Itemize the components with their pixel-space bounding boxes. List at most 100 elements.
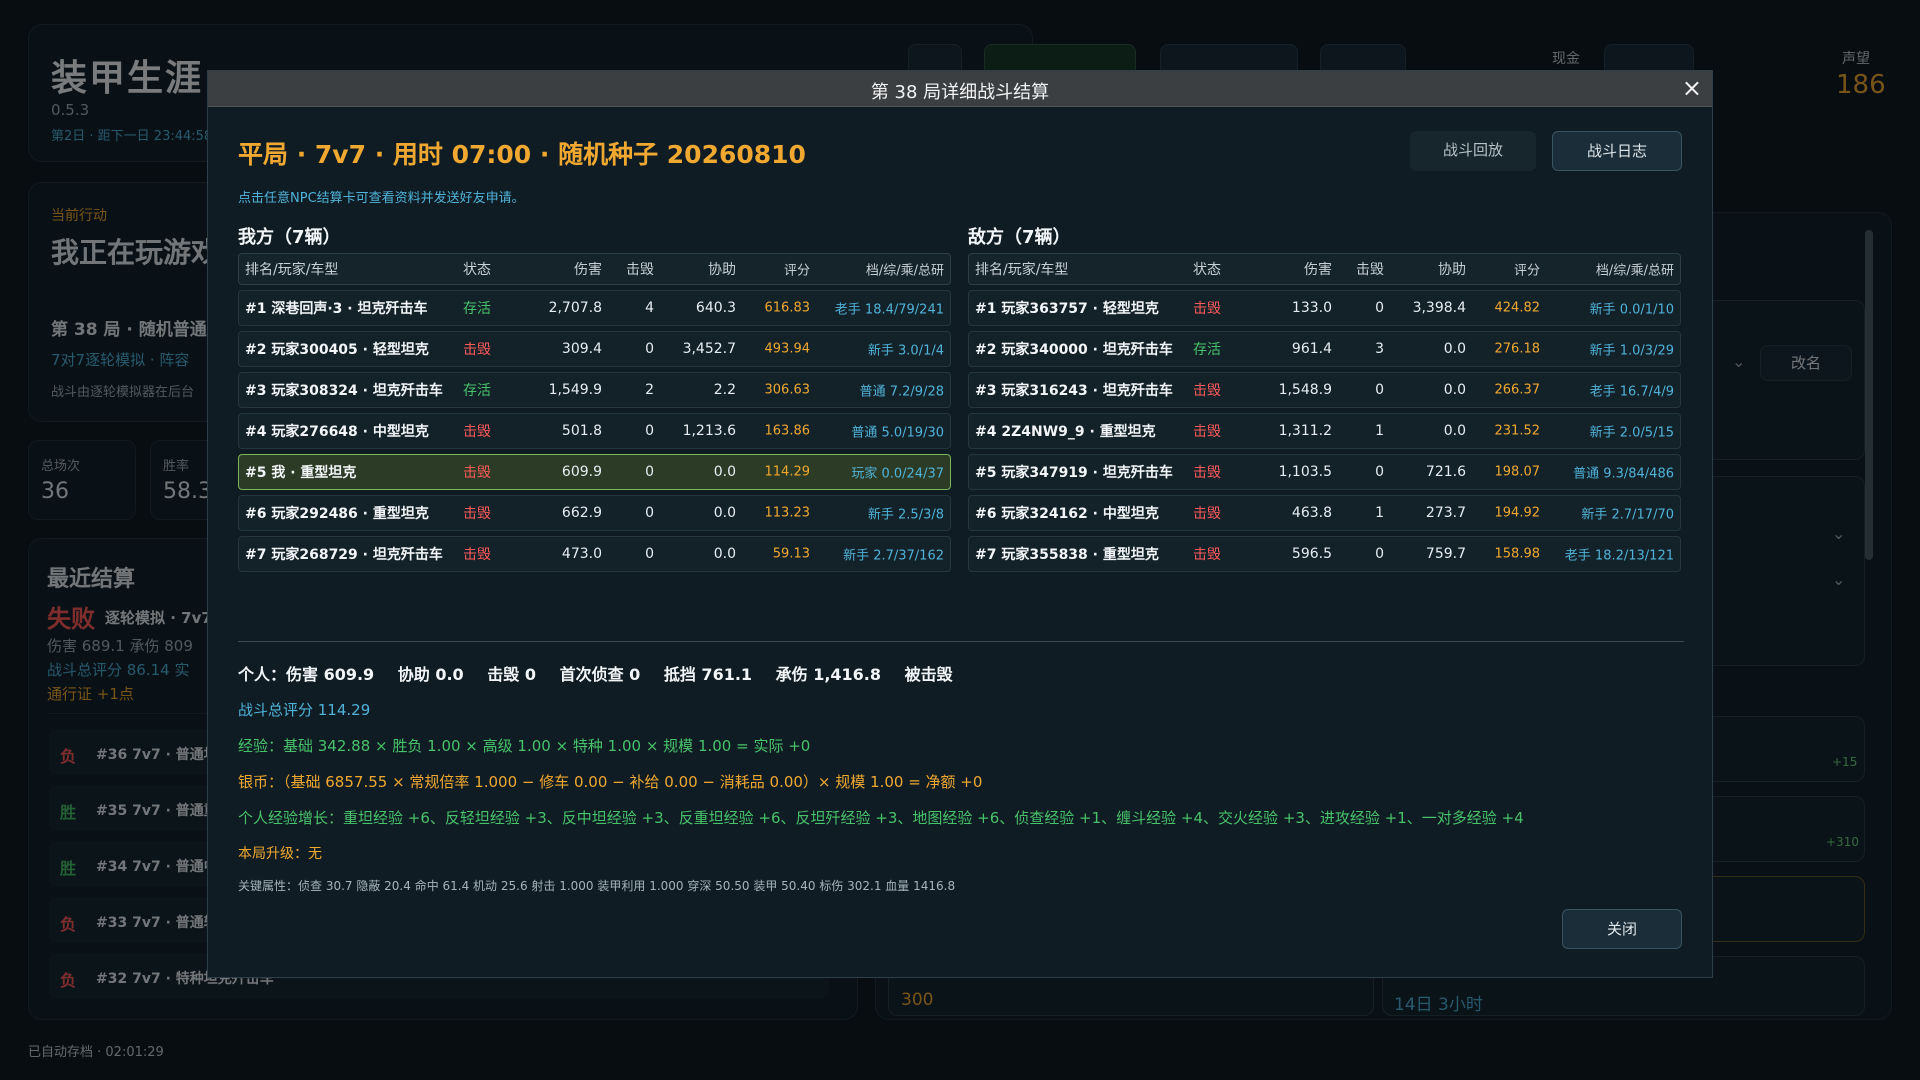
personal-stat: 个人：伤害 609.9 <box>238 665 375 684</box>
exp-growth-line: 个人经验增长：重坦经验 +6、反轻坦经验 +3、反中坦经验 +3、反重坦经验 +… <box>238 809 1524 827</box>
col-status: 状态 <box>463 262 491 278</box>
player-assist: 0.0 <box>1443 382 1466 398</box>
player-tier: 玩家 0.0/24/37 <box>851 466 944 482</box>
player-row[interactable]: #2 玩家300405 · 轻型坦克 击毁 309.4 0 3,452.7 493.94 新… <box>238 331 951 367</box>
player-assist: 721.6 <box>1425 464 1466 480</box>
player-assist: 0.0 <box>713 464 736 480</box>
close-icon[interactable]: × <box>1682 74 1702 102</box>
battle-headline: 平局 · 7v7 · 用时 07:00 · 随机种子 20260810 <box>238 140 806 169</box>
player-kills: 0 <box>645 505 654 521</box>
modal-header: 第 38 局详细战斗结算 × <box>208 71 1712 107</box>
player-damage: 1,549.9 <box>548 382 602 398</box>
player-row[interactable]: #7 玩家268729 · 坦克歼击车 击毁 473.0 0 0.0 59.13 新手 2.… <box>238 536 951 572</box>
player-kills: 0 <box>1375 464 1384 480</box>
player-name: #6 玩家324162 · 中型坦克 <box>975 506 1159 522</box>
player-score: 198.07 <box>1494 464 1541 480</box>
player-assist: 1,213.6 <box>682 423 736 439</box>
player-status: 存活 <box>1193 342 1221 358</box>
battle-replay-button[interactable]: 战斗回放 <box>1410 131 1536 171</box>
player-status: 击毁 <box>463 342 491 358</box>
player-assist: 759.7 <box>1425 546 1466 562</box>
col-tier: 档/综/乘/总研 <box>865 263 944 279</box>
player-score: 276.18 <box>1494 341 1541 357</box>
player-name: #3 玩家308324 · 坦克歼击车 <box>245 383 443 399</box>
player-damage: 309.4 <box>561 341 602 357</box>
player-score: 113.23 <box>764 505 811 521</box>
player-kills: 0 <box>1375 300 1384 316</box>
player-row[interactable]: #7 玩家355838 · 重型坦克 击毁 596.5 0 759.7 158.98 老手 … <box>968 536 1681 572</box>
player-kills: 1 <box>1375 505 1384 521</box>
player-status: 击毁 <box>463 547 491 563</box>
player-assist: 273.7 <box>1425 505 1466 521</box>
player-status: 击毁 <box>463 506 491 522</box>
player-status: 击毁 <box>1193 547 1221 563</box>
player-row[interactable]: #2 玩家340000 · 坦克歼击车 存活 961.4 3 0.0 276.18 新手 1… <box>968 331 1681 367</box>
player-damage: 463.8 <box>1291 505 1332 521</box>
player-row[interactable]: #5 玩家347919 · 坦克歼击车 击毁 1,103.5 0 721.6 198.07… <box>968 454 1681 490</box>
player-name: #6 玩家292486 · 重型坦克 <box>245 506 429 522</box>
player-name: #5 我 · 重型坦克 <box>245 465 357 481</box>
player-status: 击毁 <box>463 465 491 481</box>
player-score: 306.63 <box>764 382 811 398</box>
player-row[interactable]: #6 玩家292486 · 重型坦克 击毁 662.9 0 0.0 113.23 新手 2.… <box>238 495 951 531</box>
player-status: 击毁 <box>1193 301 1221 317</box>
exp-line: 经验：基础 342.88 × 胜负 1.00 × 高级 1.00 × 特种 1.… <box>238 737 811 755</box>
battle-log-button[interactable]: 战斗日志 <box>1552 131 1682 171</box>
player-row[interactable]: #4 2Z4NW9_9 · 重型坦克 击毁 1,311.2 1 0.0 231.52 新手 … <box>968 413 1681 449</box>
player-kills: 4 <box>645 300 654 316</box>
ally-team-title: 我方（7辆） <box>238 227 341 248</box>
player-assist: 0.0 <box>1443 423 1466 439</box>
player-damage: 1,103.5 <box>1278 464 1332 480</box>
player-score: 59.13 <box>772 546 810 562</box>
col-score: 评分 <box>783 263 810 279</box>
col-name: 排名/玩家/车型 <box>975 262 1069 278</box>
col-assist: 协助 <box>708 262 736 278</box>
player-damage: 2,707.8 <box>548 300 602 316</box>
col-damage: 伤害 <box>1304 262 1332 278</box>
player-row[interactable]: #1 玩家363757 · 轻型坦克 击毁 133.0 0 3,398.4 424.82 新… <box>968 290 1681 326</box>
player-tier: 普通 7.2/9/28 <box>859 384 944 400</box>
player-row[interactable]: #1 深巷回声·3 · 坦克歼击车 存活 2,707.8 4 640.3 616.83 老手… <box>238 290 951 326</box>
player-kills: 3 <box>1375 341 1384 357</box>
col-damage: 伤害 <box>574 262 602 278</box>
player-row[interactable]: #6 玩家324162 · 中型坦克 击毁 463.8 1 273.7 194.92 新手 … <box>968 495 1681 531</box>
upgrade-line: 本局升级：无 <box>238 846 322 862</box>
personal-stat: 被击毁 <box>904 665 953 684</box>
personal-stat: 承伤 1,416.8 <box>775 665 882 684</box>
player-kills: 2 <box>645 382 654 398</box>
player-damage: 662.9 <box>561 505 602 521</box>
silver-line: 银币：（基础 6857.55 × 常规倍率 1.000 − 修车 0.00 − … <box>238 773 983 791</box>
player-status: 击毁 <box>1193 465 1221 481</box>
player-assist: 0.0 <box>713 505 736 521</box>
col-tier: 档/综/乘/总研 <box>1595 263 1674 279</box>
close-button[interactable]: 关闭 <box>1562 909 1682 949</box>
player-tier: 新手 2.0/5/15 <box>1589 425 1674 441</box>
player-row[interactable]: #3 玩家308324 · 坦克歼击车 存活 1,549.9 2 2.2 306.63 普通… <box>238 372 951 408</box>
player-tier: 新手 2.5/3/8 <box>867 507 944 523</box>
player-damage: 133.0 <box>1291 300 1332 316</box>
player-row-self[interactable]: #5 我 · 重型坦克 击毁 609.9 0 0.0 114.29 玩家 0.0/24/37 <box>238 454 951 490</box>
player-kills: 0 <box>645 464 654 480</box>
player-name: #1 玩家363757 · 轻型坦克 <box>975 301 1159 317</box>
player-assist: 0.0 <box>713 546 736 562</box>
player-score: 194.92 <box>1494 505 1541 521</box>
col-kills: 击毁 <box>1356 262 1384 278</box>
col-status: 状态 <box>1193 262 1221 278</box>
col-kills: 击毁 <box>626 262 654 278</box>
player-name: #3 玩家316243 · 坦克歼击车 <box>975 383 1173 399</box>
player-score: 266.37 <box>1494 382 1541 398</box>
npc-hint: 点击任意NPC结算卡可查看资料并发送好友申请。 <box>238 191 525 206</box>
player-damage: 501.8 <box>561 423 602 439</box>
player-tier: 普通 9.3/84/486 <box>1573 466 1674 482</box>
col-score: 评分 <box>1513 263 1540 279</box>
player-kills: 0 <box>1375 382 1384 398</box>
player-row[interactable]: #3 玩家316243 · 坦克歼击车 击毁 1,548.9 0 0.0 266.37 老手… <box>968 372 1681 408</box>
player-assist: 3,398.4 <box>1412 300 1466 316</box>
player-tier: 新手 0.0/1/10 <box>1589 302 1674 318</box>
player-tier: 老手 16.7/4/9 <box>1589 384 1674 400</box>
player-row[interactable]: #4 玩家276648 · 中型坦克 击毁 501.8 0 1,213.6 163.86 普… <box>238 413 951 449</box>
section-divider <box>238 641 1684 642</box>
player-name: #5 玩家347919 · 坦克歼击车 <box>975 465 1173 481</box>
player-kills: 0 <box>645 423 654 439</box>
table-header: 排名/玩家/车型 状态 伤害 击毁 协助 评分 档/综/乘/总研 <box>968 253 1681 285</box>
